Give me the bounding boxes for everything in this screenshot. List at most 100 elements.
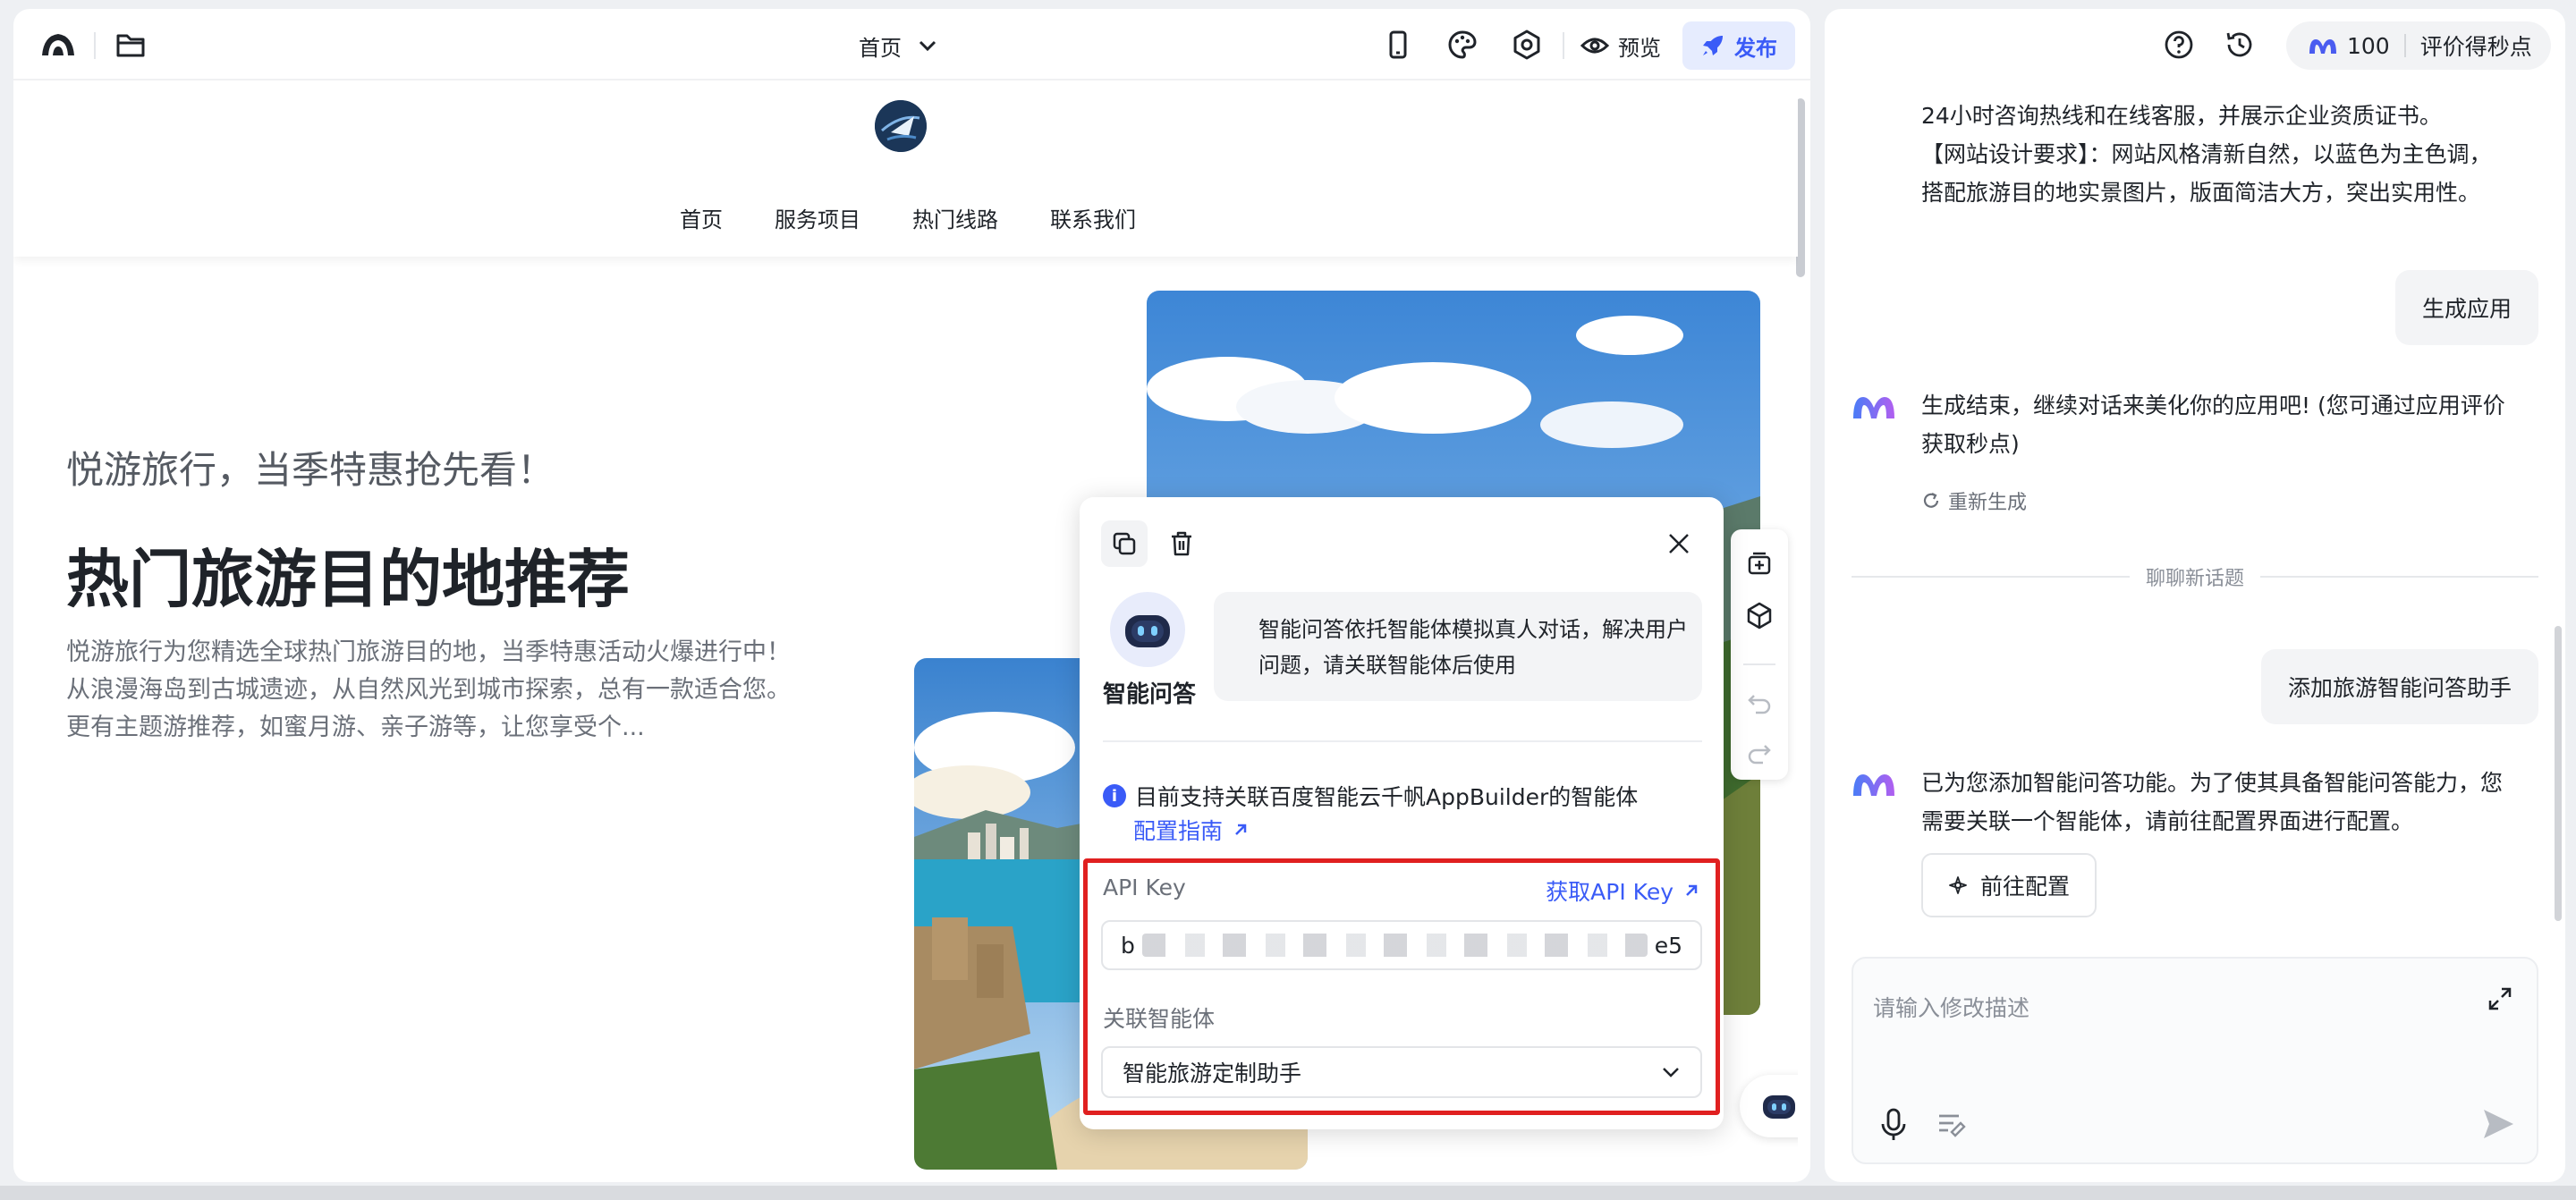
get-api-key-link[interactable]: 获取API Key <box>1546 875 1700 907</box>
regenerate-label: 重新生成 <box>1948 492 2028 514</box>
prompt-template-icon[interactable] <box>1936 1109 1968 1141</box>
trash-icon <box>1172 531 1191 556</box>
message-line: 24小时咨询热线和在线客服，并展示企业资质证书。 <box>1921 103 2442 129</box>
ai-avatar-icon <box>1853 397 1894 418</box>
nav-item-contact[interactable]: 联系我们 <box>1050 202 1136 233</box>
folder-icon[interactable] <box>114 29 148 61</box>
api-key-input[interactable]: b e5 <box>1101 920 1702 970</box>
cube-icon[interactable] <box>1745 601 1774 630</box>
chevron-down-icon <box>1663 1068 1679 1077</box>
bot-avatar <box>1110 592 1185 667</box>
history-icon[interactable] <box>2224 29 2256 61</box>
hero-description: 悦游旅行为您精选全球热门旅游目的地，当季特惠活动火爆进行中！从浪漫海岛到古城遗迹… <box>66 638 791 741</box>
regenerate-button[interactable]: 重新生成 <box>1921 486 2027 515</box>
publish-label: 发布 <box>1734 35 1777 61</box>
eye-icon <box>1580 38 1609 54</box>
agent-label: 关联智能体 <box>1103 1006 1216 1032</box>
editor-panel: 首页 预览 发布 首页 服务项目 热门线路 联系我们 悦游旅行，当季特惠抢先看！… <box>13 9 1810 1182</box>
credits-count: 100 <box>2347 32 2390 59</box>
preview-button[interactable]: 预览 <box>1580 29 1661 63</box>
get-api-key-label: 获取API Key <box>1546 879 1674 905</box>
site-nav: 首页 服务项目 热门线路 联系我们 <box>680 202 1136 233</box>
mobile-preview-icon[interactable] <box>1382 29 1414 61</box>
component-side-toolbar <box>1731 529 1788 780</box>
site-logo[interactable] <box>875 100 927 152</box>
palette-icon[interactable] <box>1446 29 1479 61</box>
message-line: 生成结束，继续对话来美化你的应用吧! (您可通过应用评价 <box>1921 393 2505 418</box>
robot-icon <box>1125 615 1170 647</box>
credits-badge[interactable]: 100 评价得秒点 <box>2286 21 2551 70</box>
support-info-text: 目前支持关联百度智能云千帆AppBuilder的智能体 <box>1135 784 1639 810</box>
new-topic-divider: 聊聊新话题 <box>1852 562 2539 591</box>
user-message: 生成应用 <box>2394 270 2538 345</box>
send-icon[interactable] <box>2479 1105 2517 1143</box>
previous-message: 24小时咨询热线和在线客服，并展示企业资质证书。 【网站设计要求】：网站风格清新… <box>1921 97 2492 212</box>
page-select-label: 首页 <box>859 35 902 61</box>
message-line: 已为您添加智能问答功能。为了使其具备智能问答能力，您 <box>1921 770 2504 796</box>
copy-icon <box>1113 532 1136 555</box>
rocket-icon <box>1703 36 1723 55</box>
hero-title: 热门旅游目的地推荐 <box>66 543 630 616</box>
copy-button[interactable] <box>1101 520 1148 567</box>
undo-icon[interactable] <box>1745 687 1774 715</box>
external-link-icon <box>1686 884 1698 896</box>
support-info: i 目前支持关联百度智能云千帆AppBuilder的智能体 <box>1103 780 1638 812</box>
message-line: 需要关联一个智能体，请前往配置界面进行配置。 <box>1921 808 2414 834</box>
site-canvas: 首页 服务项目 热门线路 联系我们 悦游旅行，当季特惠抢先看！ 热门旅游目的地推… <box>13 82 1798 1182</box>
chevron-down-icon <box>919 40 936 52</box>
credits-divider <box>2403 34 2406 57</box>
refresh-icon <box>1923 493 1939 508</box>
app-logo-icon[interactable] <box>38 29 78 61</box>
site-header: 首页 服务项目 热门线路 联系我们 <box>13 82 1798 257</box>
api-key-masked <box>1141 934 1648 957</box>
divider-line <box>2260 576 2539 578</box>
credits-logo-icon <box>2309 39 2336 54</box>
add-component-icon[interactable] <box>1745 549 1774 578</box>
config-guide-label: 配置指南 <box>1133 818 1224 844</box>
publish-button[interactable]: 发布 <box>1682 21 1795 70</box>
smart-qa-config-popup: 智能问答 智能问答依托智能体模拟真人对话，解决用户问题，请关联智能体后使用 i … <box>1080 497 1724 1129</box>
ai-message: 已为您添加智能问答功能。为了使其具备智能问答能力，您 需要关联一个智能体，请前往… <box>1921 764 2503 841</box>
config-guide-link[interactable]: 配置指南 <box>1133 814 1250 846</box>
toolbar-divider <box>94 32 96 59</box>
divider-line <box>1852 576 2130 578</box>
nav-item-routes[interactable]: 热门线路 <box>912 202 998 233</box>
expand-icon[interactable] <box>2487 985 2513 1012</box>
hero-subtitle: 悦游旅行，当季特惠抢先看！ <box>66 448 555 492</box>
bot-name: 智能问答 <box>1103 681 1197 708</box>
floating-chatbot-button[interactable] <box>1740 1075 1798 1137</box>
help-icon[interactable] <box>2163 29 2195 61</box>
new-topic-label[interactable]: 聊聊新话题 <box>2146 562 2244 591</box>
nav-item-home[interactable]: 首页 <box>680 202 723 233</box>
api-key-label: API Key <box>1103 875 1186 900</box>
goto-config-button[interactable]: 前往配置 <box>1921 853 2097 917</box>
microphone-icon[interactable] <box>1878 1107 1909 1143</box>
robot-icon <box>1763 1095 1795 1119</box>
goto-config-label: 前往配置 <box>1979 874 2070 900</box>
api-key-suffix: e5 <box>1654 932 1682 959</box>
bot-description: 智能问答依托智能体模拟真人对话，解决用户问题，请关联智能体后使用 <box>1214 592 1702 701</box>
chat-scrollbar[interactable] <box>2555 626 2562 921</box>
message-line: 搭配旅游目的地实景图片，版面简洁大方，突出实用性。 <box>1921 180 2481 206</box>
window-bottom-edge <box>0 1186 2576 1200</box>
agent-select-value: 智能旅游定制助手 <box>1123 1061 1302 1086</box>
ai-message: 生成结束，继续对话来美化你的应用吧! (您可通过应用评价 获取秒点) <box>1921 386 2505 463</box>
chat-panel: 100 评价得秒点 24小时咨询热线和在线客服，并展示企业资质证书。 【网站设计… <box>1825 9 2565 1182</box>
nav-item-services[interactable]: 服务项目 <box>775 202 860 233</box>
editor-toolbar: 首页 预览 发布 <box>13 9 1810 80</box>
sparkle-icon <box>1949 876 1967 894</box>
settings-icon[interactable] <box>1511 29 1543 61</box>
ai-avatar-icon <box>1853 774 1894 796</box>
user-message: 添加旅游智能问答助手 <box>2260 649 2538 724</box>
plane-logo-icon <box>875 100 927 152</box>
credits-label: 评价得秒点 <box>2419 34 2532 60</box>
chat-header: 100 评价得秒点 <box>1825 9 2565 80</box>
close-button[interactable] <box>1656 520 1702 567</box>
agent-select[interactable]: 智能旅游定制助手 <box>1101 1046 1702 1098</box>
chat-input-box[interactable]: 请输入修改描述 <box>1852 957 2538 1164</box>
info-icon: i <box>1103 784 1126 807</box>
page-select-dropdown[interactable]: 首页 <box>859 29 937 63</box>
popup-divider <box>1103 740 1702 742</box>
redo-icon[interactable] <box>1745 737 1774 765</box>
delete-button[interactable] <box>1158 520 1205 567</box>
